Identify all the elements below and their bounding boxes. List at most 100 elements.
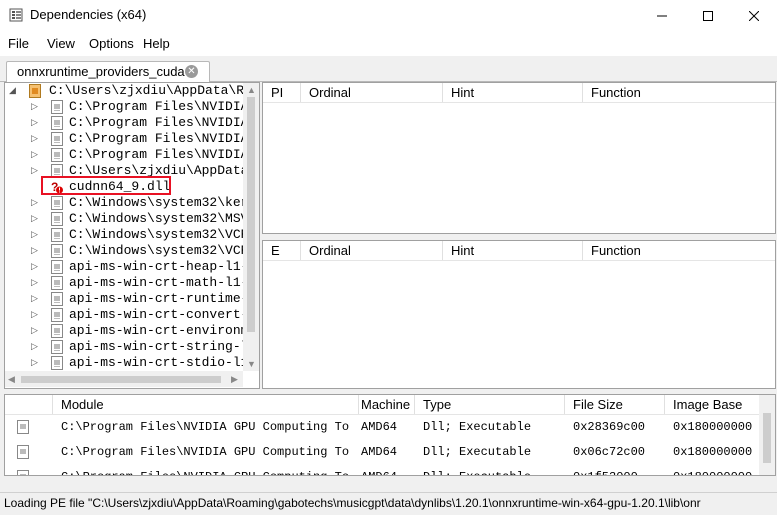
module-icon bbox=[51, 196, 63, 210]
module-icon bbox=[51, 260, 63, 274]
tree-item-label: api-ms-win-crt-stdio-l1- bbox=[69, 355, 257, 370]
tree-item[interactable]: ▷ api-ms-win-crt-heap-l1-1 bbox=[5, 259, 259, 275]
module-icon bbox=[51, 244, 63, 258]
menu-options[interactable]: Options bbox=[89, 36, 134, 51]
col-file-size[interactable]: File Size bbox=[565, 395, 665, 414]
tree-hscroll-thumb[interactable] bbox=[21, 376, 221, 383]
col-ordinal[interactable]: Ordinal bbox=[301, 83, 443, 102]
col-type[interactable]: Type bbox=[415, 395, 565, 414]
expand-arrow-icon[interactable]: ▷ bbox=[31, 195, 41, 211]
expand-arrow-icon[interactable]: ▷ bbox=[31, 227, 41, 243]
tree-horizontal-scrollbar[interactable]: ◀ ▶ bbox=[5, 371, 243, 387]
tree-item[interactable]: ▷ C:\Program Files\NVIDIA bbox=[5, 147, 259, 163]
tab-close-icon[interactable]: ✕ bbox=[185, 65, 198, 78]
expand-arrow-icon[interactable]: ▷ bbox=[31, 259, 41, 275]
scroll-left-arrow-icon[interactable]: ◀ bbox=[8, 374, 15, 385]
minimize-icon bbox=[657, 15, 667, 17]
tree-item[interactable]: ▷ C:\Windows\system32\VCRU bbox=[5, 227, 259, 243]
tree-item-missing[interactable]: ? cudnn64_9.dll bbox=[5, 176, 259, 195]
col-function[interactable]: Function bbox=[583, 241, 775, 260]
expand-arrow-icon[interactable]: ▷ bbox=[31, 339, 41, 355]
tree-item[interactable]: ▷ C:\Program Files\NVIDIA bbox=[5, 131, 259, 147]
expand-arrow-icon[interactable]: ▷ bbox=[31, 99, 41, 115]
module-row[interactable]: C:\Program Files\NVIDIA GPU Computing To… bbox=[5, 440, 759, 465]
module-file-size: 0x28369c00 bbox=[573, 420, 646, 434]
modules-scroll-thumb[interactable] bbox=[763, 413, 771, 463]
module-icon bbox=[51, 356, 63, 370]
tree-item[interactable]: ▷ C:\Program Files\NVIDIA bbox=[5, 99, 259, 115]
expand-arrow-icon[interactable]: ▷ bbox=[31, 355, 41, 371]
tree-item[interactable]: ▷ api-ms-win-crt-environme bbox=[5, 323, 259, 339]
tree-item[interactable]: ▷ C:\Program Files\NVIDIA bbox=[5, 115, 259, 131]
module-image-base: 0x180000000 bbox=[673, 465, 752, 475]
col-ordinal[interactable]: Ordinal bbox=[301, 241, 443, 260]
tree-root-label: C:\Users\zjxdiu\AppData\Roa bbox=[49, 83, 260, 98]
tree-item[interactable]: ▷ api-ms-win-crt-math-l1-1 bbox=[5, 275, 259, 291]
col-pi[interactable]: PI bbox=[263, 83, 301, 102]
tree-item-label: C:\Windows\system32\VCRU bbox=[69, 227, 257, 242]
module-icon bbox=[17, 420, 29, 434]
dependency-tree[interactable]: ◢ C:\Users\zjxdiu\AppData\Roa ▷ C:\Progra… bbox=[4, 82, 260, 389]
col-module[interactable]: Module bbox=[53, 395, 359, 414]
tree-item[interactable]: ▷ C:\Windows\system32\MSVC bbox=[5, 211, 259, 227]
tree-item[interactable]: ▷ api-ms-win-crt-convert-l bbox=[5, 307, 259, 323]
expand-arrow-icon[interactable]: ▷ bbox=[31, 323, 41, 339]
module-icon bbox=[17, 470, 29, 475]
tab-onnxruntime-providers-cuda[interactable]: onnxruntime_providers_cuda ✕ bbox=[6, 61, 210, 82]
expand-arrow-icon[interactable]: ▷ bbox=[31, 131, 41, 147]
module-icon bbox=[51, 276, 63, 290]
modules-panel[interactable]: Module Machine Type File Size Image Base… bbox=[4, 394, 776, 476]
module-path: C:\Program Files\NVIDIA GPU Computing To bbox=[61, 420, 350, 434]
tree-item[interactable]: ▷ api-ms-win-crt-string-l1 bbox=[5, 339, 259, 355]
tree-item-label: api-ms-win-crt-heap-l1-1 bbox=[69, 259, 257, 274]
module-type: Dll; Executable bbox=[423, 465, 531, 475]
col-machine[interactable]: Machine bbox=[359, 395, 415, 414]
module-row[interactable]: C:\Program Files\NVIDIA GPU Computing To… bbox=[5, 465, 759, 475]
exports-panel[interactable]: E Ordinal Hint Function bbox=[262, 240, 776, 389]
expand-arrow-icon[interactable]: ▷ bbox=[31, 275, 41, 291]
expand-arrow-icon[interactable]: ▷ bbox=[31, 115, 41, 131]
minimize-button[interactable] bbox=[639, 0, 685, 32]
tree-item[interactable]: ▷ C:\Windows\system32\kern bbox=[5, 195, 259, 211]
menu-file[interactable]: File bbox=[8, 36, 29, 51]
module-path: C:\Program Files\NVIDIA GPU Computing To bbox=[61, 465, 349, 475]
scroll-up-arrow-icon[interactable]: ▲ bbox=[247, 85, 256, 95]
tree-item-label: C:\Program Files\NVIDIA bbox=[69, 115, 249, 130]
scroll-down-arrow-icon[interactable]: ▼ bbox=[247, 359, 256, 369]
modules-vertical-scrollbar[interactable] bbox=[759, 395, 775, 475]
module-row[interactable]: C:\Program Files\NVIDIA GPU Computing To… bbox=[5, 415, 759, 440]
tree-scroll-thumb[interactable] bbox=[247, 97, 255, 332]
status-bar: Loading PE file "C:\Users\zjxdiu\AppData… bbox=[0, 492, 777, 515]
collapse-arrow-icon[interactable]: ◢ bbox=[9, 83, 19, 99]
col-function[interactable]: Function bbox=[583, 83, 775, 102]
menu-view[interactable]: View bbox=[47, 36, 75, 51]
maximize-button[interactable] bbox=[685, 0, 731, 32]
col-hint[interactable]: Hint bbox=[443, 83, 583, 102]
expand-arrow-icon[interactable]: ▷ bbox=[31, 163, 41, 179]
tree-vertical-scrollbar[interactable]: ▲ ▼ bbox=[243, 83, 259, 371]
module-icon bbox=[51, 292, 63, 306]
tree-item-label: api-ms-win-crt-string-l1 bbox=[69, 339, 257, 354]
expand-arrow-icon[interactable]: ▷ bbox=[31, 243, 41, 259]
module-icon bbox=[51, 100, 63, 114]
expand-arrow-icon[interactable]: ▷ bbox=[31, 147, 41, 163]
col-image-base[interactable]: Image Base bbox=[665, 395, 759, 414]
tree-item[interactable]: ▷ api-ms-win-crt-runtime-l bbox=[5, 291, 259, 307]
scroll-right-arrow-icon[interactable]: ▶ bbox=[231, 374, 238, 385]
module-machine: AMD64 bbox=[361, 445, 398, 459]
tree-item[interactable]: ▷ C:\Windows\system32\VCRU bbox=[5, 243, 259, 259]
col-icon bbox=[5, 395, 53, 414]
imports-panel[interactable]: PI Ordinal Hint Function bbox=[262, 82, 776, 234]
col-hint[interactable]: Hint bbox=[443, 241, 583, 260]
close-button[interactable] bbox=[731, 0, 777, 32]
menu-help[interactable]: Help bbox=[143, 36, 170, 51]
tree-root[interactable]: ◢ C:\Users\zjxdiu\AppData\Roa bbox=[5, 83, 259, 99]
module-icon bbox=[51, 308, 63, 322]
tree-item[interactable]: ▷ api-ms-win-crt-stdio-l1- bbox=[5, 355, 259, 371]
col-e[interactable]: E bbox=[263, 241, 301, 260]
expand-arrow-icon[interactable]: ▷ bbox=[31, 291, 41, 307]
expand-arrow-icon[interactable]: ▷ bbox=[31, 211, 41, 227]
module-image-base: 0x180000000 bbox=[673, 445, 753, 459]
expand-arrow-icon[interactable]: ▷ bbox=[31, 307, 41, 323]
module-icon bbox=[51, 132, 63, 146]
